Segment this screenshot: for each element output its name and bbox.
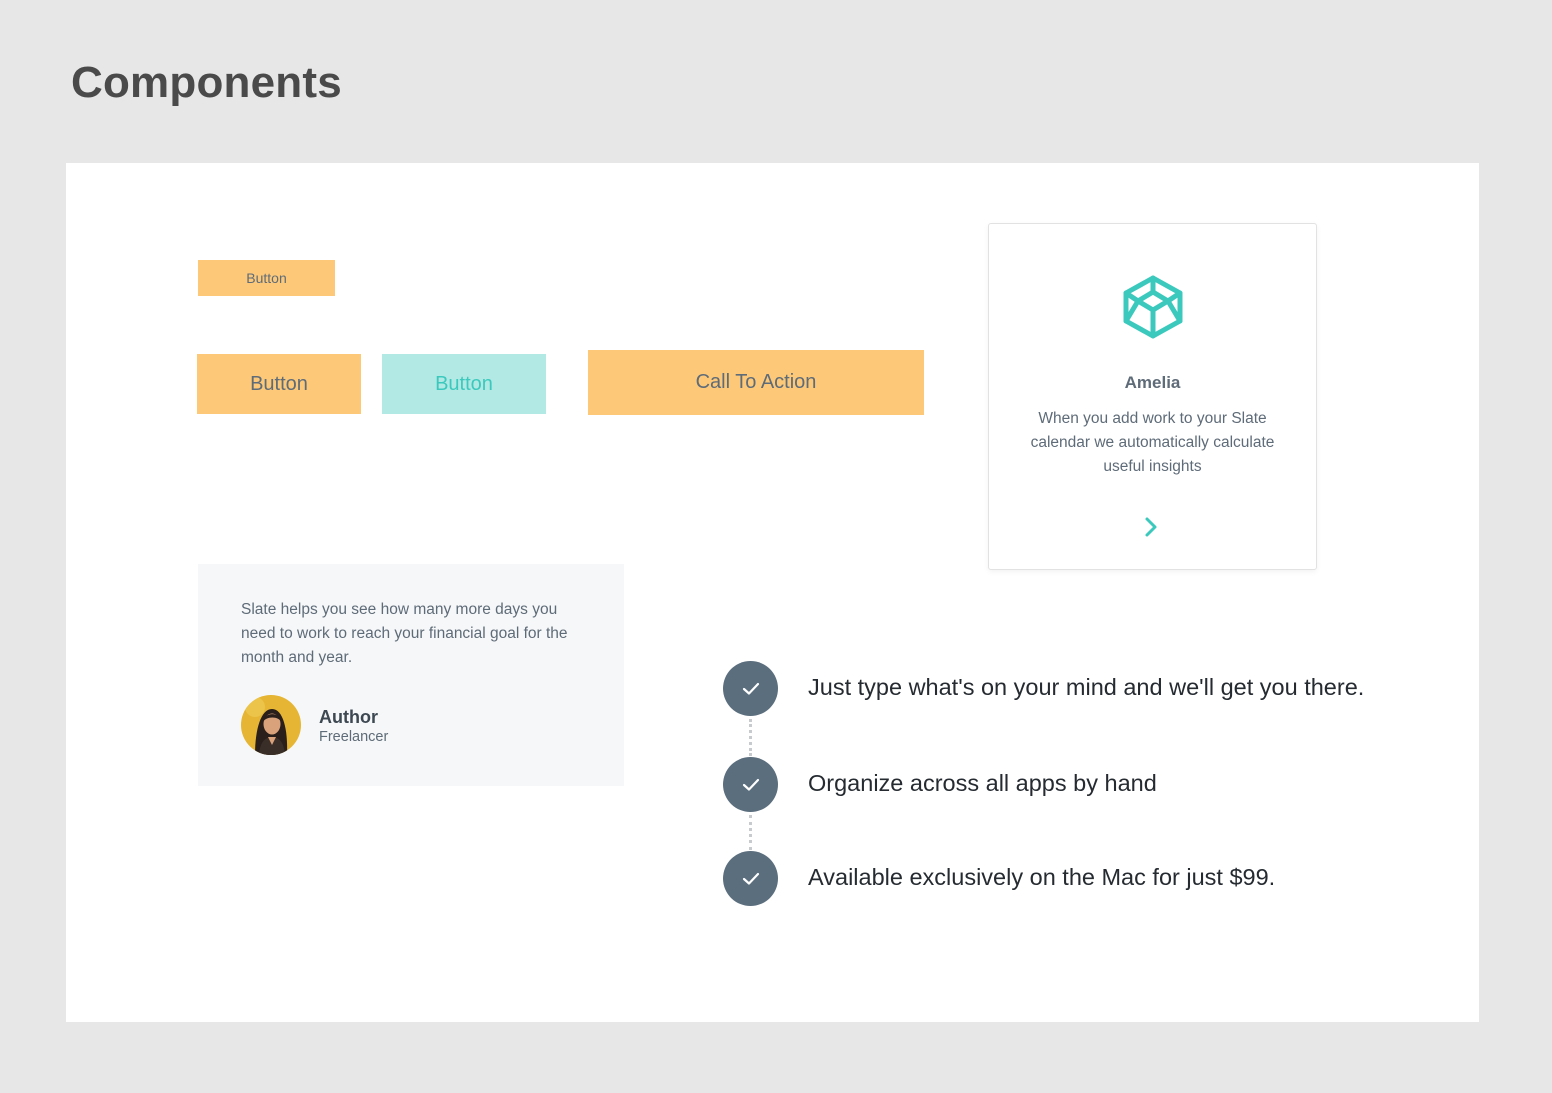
testimonial-text: Slate helps you see how many more days y…	[241, 601, 568, 666]
checklist-item: Just type what's on your mind and we'll …	[723, 661, 1463, 717]
small-button[interactable]: Button	[198, 260, 335, 296]
avatar	[241, 695, 301, 755]
feature-checklist: Just type what's on your mind and we'll …	[723, 661, 1463, 911]
card-description: When you add work to your Slate calendar…	[1030, 410, 1275, 475]
call-to-action-button[interactable]: Call To Action	[588, 350, 924, 415]
checklist-text: Available exclusively on the Mac for jus…	[808, 864, 1276, 890]
checklist-item: Organize across all apps by hand	[723, 757, 1463, 813]
check-icon	[723, 661, 778, 716]
secondary-button[interactable]: Button	[382, 354, 546, 414]
connector-dots	[749, 815, 755, 850]
primary-button[interactable]: Button	[197, 354, 361, 414]
connector-dots	[749, 719, 755, 756]
checklist-text: Organize across all apps by hand	[808, 770, 1157, 796]
author-name: Author	[319, 707, 378, 727]
codepen-cube-icon	[1121, 274, 1185, 340]
checklist-text: Just type what's on your mind and we'll …	[808, 674, 1365, 700]
chevron-right-icon[interactable]	[1141, 515, 1161, 539]
checklist-item: Available exclusively on the Mac for jus…	[723, 851, 1463, 907]
page-title: Components	[71, 58, 342, 107]
testimonial-card: Slate helps you see how many more days y…	[198, 564, 624, 786]
components-canvas: Button Button Button Call To Action Amel…	[66, 163, 1479, 1022]
check-icon	[723, 851, 778, 906]
profile-card: Amelia When you add work to your Slate c…	[988, 223, 1317, 570]
check-icon	[723, 757, 778, 812]
author-role: Freelancer	[319, 729, 389, 745]
card-name: Amelia	[1124, 373, 1181, 392]
